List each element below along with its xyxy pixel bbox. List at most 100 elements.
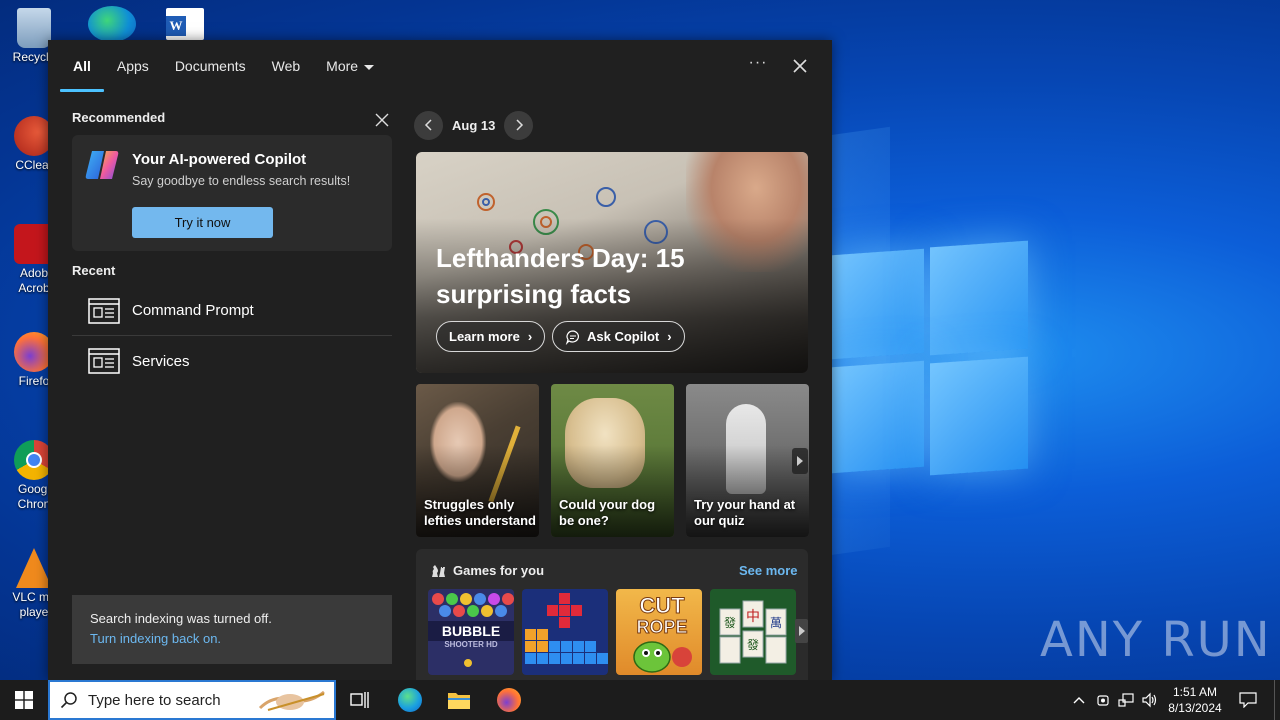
news-card-caption: Could your dog be one? [559, 497, 656, 528]
learn-more-label: Learn more [449, 329, 520, 344]
tab-label: All [73, 58, 91, 74]
app-window-icon [88, 297, 120, 324]
recent-item-command-prompt[interactable]: Command Prompt [72, 286, 392, 336]
svg-text:CUT: CUT [639, 593, 685, 618]
svg-text:ROPE: ROPE [636, 617, 687, 637]
news-card-lefties[interactable]: Struggles only lefties understand [416, 384, 539, 537]
indexing-message: Search indexing was turned off. [90, 611, 272, 626]
see-more-link[interactable]: See more [739, 563, 798, 578]
news-card-quiz[interactable]: Try your hand at our quiz [686, 384, 809, 537]
recent-heading: Recent [72, 263, 116, 278]
word-desktop-icon[interactable]: W [166, 8, 204, 40]
anyrun-watermark: ANY RUN [1040, 612, 1272, 668]
left-column: Recommended Your AI-powered Copilot Say … [72, 110, 392, 386]
windows-logo-wallpaper [830, 240, 1030, 480]
cut-the-rope-thumbnail: CUT ROPE [633, 593, 692, 673]
clock-date: 8/13/2024 [1168, 701, 1222, 715]
task-view-button[interactable] [336, 680, 384, 720]
recent-item-services[interactable]: Services [72, 336, 392, 386]
indexing-notice: Search indexing was turned off. Turn ind… [72, 595, 392, 664]
next-day-button[interactable] [504, 110, 534, 140]
tab-web[interactable]: Web [259, 40, 314, 92]
action-center-button[interactable] [1234, 680, 1262, 720]
cards-next-button[interactable] [792, 448, 808, 474]
taskbar: 1:51 AM 8/13/2024 [0, 680, 1280, 720]
search-input[interactable] [88, 691, 258, 709]
edge-desktop-icon[interactable] [88, 6, 136, 42]
search-panel: All Apps Documents Web More ··· Recommen… [48, 40, 832, 680]
tray-app-button[interactable] [1092, 680, 1114, 720]
ask-copilot-button[interactable]: Ask Copilot › [552, 321, 685, 352]
bubble-shooter-thumbnail: BUBBLE SHOOTER HD [428, 593, 514, 667]
hero-title: Lefthanders Day: 15 surprising facts [436, 243, 685, 309]
search-highlight-art-icon [258, 690, 325, 711]
chevron-right-icon: › [527, 329, 533, 344]
network-icon [1118, 693, 1134, 707]
edge-icon [398, 688, 422, 712]
more-options-button[interactable]: ··· [744, 52, 772, 80]
svg-text:SHOOTER HD: SHOOTER HD [444, 640, 498, 649]
taskbar-search-box[interactable] [48, 680, 336, 720]
network-button[interactable] [1115, 680, 1137, 720]
copilot-icon [85, 151, 119, 179]
game-mahjong[interactable]: 中 發 萬 發 [710, 589, 796, 675]
games-next-button[interactable] [795, 619, 808, 643]
tab-label: Documents [174, 58, 246, 74]
try-it-now-button[interactable]: Try it now [132, 207, 273, 238]
close-icon [793, 59, 807, 73]
tab-documents[interactable]: Documents [162, 40, 259, 92]
news-card-dog[interactable]: Could your dog be one? [551, 384, 674, 537]
chevron-left-icon [424, 119, 432, 131]
vlc-icon [16, 548, 52, 588]
svg-text:BUBBLE: BUBBLE [442, 623, 500, 639]
start-button[interactable] [0, 680, 48, 720]
tab-apps[interactable]: Apps [104, 40, 162, 92]
caret-right-icon [797, 456, 803, 466]
recent-item-label: Services [132, 352, 190, 370]
notification-icon [1239, 692, 1257, 708]
show-hidden-icons-button[interactable] [1068, 680, 1090, 720]
copilot-title: Your AI-powered Copilot [132, 151, 307, 168]
hero-card[interactable]: Lefthanders Day: 15 surprising facts Lea… [416, 152, 808, 373]
copilot-card: Your AI-powered Copilot Say goodbye to e… [72, 135, 392, 251]
previous-day-button[interactable] [414, 110, 443, 140]
current-date: Aug 13 [452, 117, 496, 133]
game-cut-the-rope[interactable]: CUT ROPE [616, 589, 702, 675]
block-puzzle-thumbnail [525, 593, 608, 664]
games-title: Games for you [453, 563, 545, 578]
taskbar-edge-button[interactable] [386, 680, 434, 720]
game-block-puzzle[interactable] [522, 589, 608, 675]
desktop-icon-label: Adob Acrob [18, 266, 50, 295]
news-cards: Struggles only lefties understand Could … [416, 384, 809, 537]
caret-right-icon [798, 626, 805, 636]
caret-down-icon [364, 64, 375, 70]
folder-icon [448, 693, 470, 709]
show-desktop-button[interactable] [1274, 680, 1280, 720]
taskbar-clock[interactable]: 1:51 AM 8/13/2024 [1160, 684, 1230, 716]
close-panel-button[interactable] [786, 52, 814, 80]
turn-indexing-on-link[interactable]: Turn indexing back on. [90, 631, 374, 646]
search-icon [60, 692, 77, 709]
volume-button[interactable] [1139, 680, 1161, 720]
windows-start-icon [15, 691, 33, 709]
chevron-right-icon: › [667, 329, 672, 344]
taskbar-file-explorer-button[interactable] [435, 680, 483, 720]
ask-copilot-label: Ask Copilot [587, 329, 660, 344]
learn-more-button[interactable]: Learn more › [436, 321, 546, 352]
chat-bubble-icon [565, 329, 579, 345]
desktop-icon-label: Firefo [18, 374, 50, 388]
svg-text:中: 中 [746, 609, 760, 625]
svg-text:發: 發 [724, 615, 736, 630]
firefox-icon [497, 688, 521, 712]
app-window-icon [88, 348, 120, 374]
tab-all[interactable]: All [60, 40, 104, 92]
tab-more[interactable]: More [313, 40, 387, 92]
date-navigator: Aug 13 [414, 110, 534, 140]
svg-text:萬: 萬 [770, 616, 782, 630]
recent-list: Command Prompt Services [72, 286, 392, 386]
game-bubble-shooter[interactable]: BUBBLE SHOOTER HD [428, 589, 514, 675]
copilot-subtitle: Say goodbye to endless search results! [132, 174, 351, 188]
recent-item-label: Command Prompt [132, 302, 254, 319]
taskbar-firefox-button[interactable] [485, 680, 533, 720]
dismiss-recommended-button[interactable] [374, 112, 390, 128]
